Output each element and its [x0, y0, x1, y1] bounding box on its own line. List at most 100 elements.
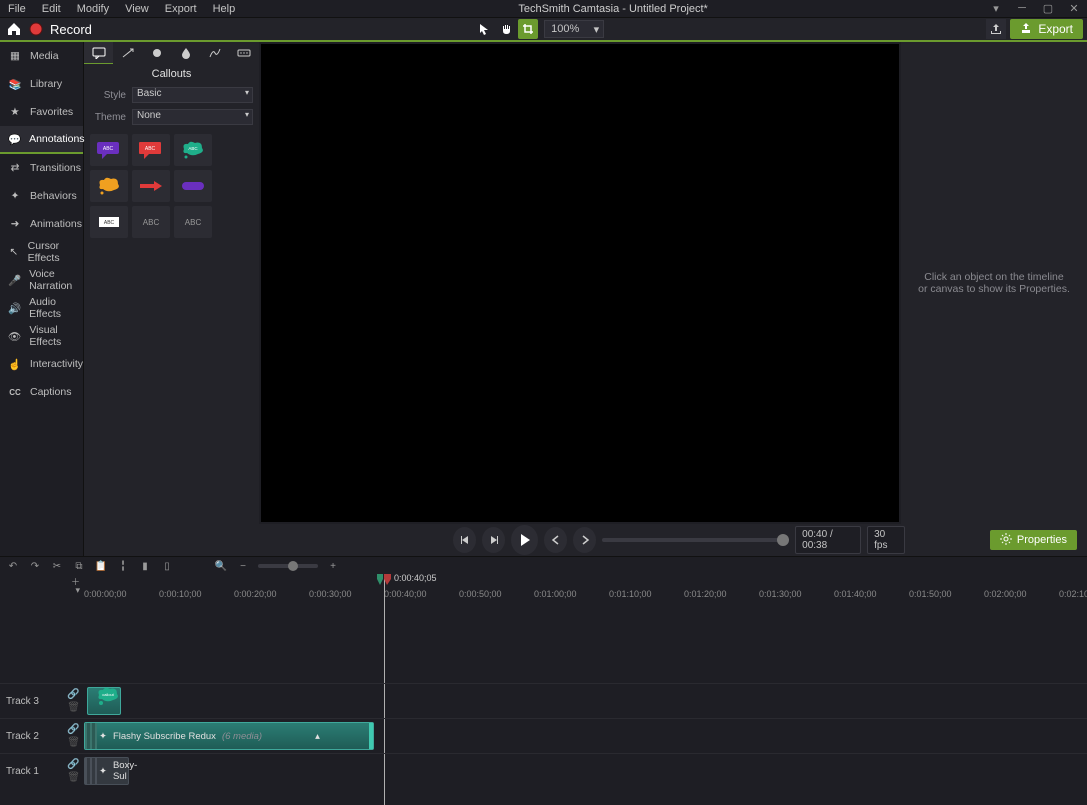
nav-visual-effects[interactable]: 👁Visual Effects — [0, 322, 83, 350]
marker2-icon[interactable]: ▯ — [160, 561, 174, 572]
undo-icon[interactable]: ↶ — [6, 561, 20, 572]
redo-icon[interactable]: ↷ — [28, 561, 42, 572]
callout-text-plain[interactable]: ABC — [132, 206, 170, 238]
prev-frame-button[interactable] — [453, 527, 476, 553]
maximize-icon[interactable]: ▢ — [1035, 2, 1061, 15]
svg-text:ABC: ABC — [103, 146, 114, 152]
track-1-label[interactable]: Track 1🔗🗑 — [0, 753, 84, 788]
menu-export[interactable]: Export — [157, 3, 205, 15]
play-button[interactable] — [511, 525, 538, 555]
caret-down-icon[interactable]: ▾ — [983, 2, 1009, 15]
nav-behaviors[interactable]: ✦Behaviors — [0, 182, 83, 210]
callout-speech-red[interactable]: ABC — [132, 134, 170, 166]
track-2-lane[interactable]: ✦Flashy Subscribe Redux(6 media)▴ — [84, 718, 1087, 753]
properties-button[interactable]: Properties — [990, 530, 1077, 550]
link-icon[interactable]: 🔗 — [67, 689, 80, 700]
cc-icon: CC — [8, 385, 22, 399]
annotation-tab-callouts[interactable] — [84, 42, 113, 64]
crop-tool[interactable] — [518, 19, 538, 39]
split-icon[interactable]: ╏ — [116, 561, 130, 572]
timeline-zoom-knob[interactable] — [288, 561, 298, 571]
menu-modify[interactable]: Modify — [69, 3, 117, 15]
menu-file[interactable]: File — [0, 3, 34, 15]
nav-media[interactable]: ▦Media — [0, 42, 83, 70]
close-icon[interactable]: ✕ — [1061, 2, 1087, 15]
nav-voice-narration[interactable]: 🎤Voice Narration — [0, 266, 83, 294]
callout-rect-white[interactable]: ABC — [90, 206, 128, 238]
playback-fps: 30 fps — [867, 526, 905, 554]
link-icon[interactable]: 🔗 — [67, 724, 80, 735]
track-3-label[interactable]: Track 3🔗🗑 — [0, 683, 84, 718]
export-button[interactable]: Export — [1010, 19, 1083, 39]
trash-icon[interactable]: 🗑 — [67, 772, 80, 783]
callout-arrow-red[interactable] — [132, 170, 170, 202]
menu-help[interactable]: Help — [205, 3, 244, 15]
annotation-tab-shapes[interactable] — [142, 42, 171, 64]
nav-transitions[interactable]: ⇄Transitions — [0, 154, 83, 182]
callout-thought-orange[interactable] — [90, 170, 128, 202]
nav-captions[interactable]: CCCaptions — [0, 378, 83, 406]
record-icon[interactable] — [28, 21, 44, 37]
next-frame-button[interactable] — [482, 527, 505, 553]
nav-favorites[interactable]: ★Favorites — [0, 98, 83, 126]
nav-library[interactable]: 📚Library — [0, 70, 83, 98]
canvas-preview[interactable] — [261, 44, 899, 522]
marker-icon[interactable]: ▮ — [138, 561, 152, 572]
nav-audio-effects[interactable]: 🔊Audio Effects — [0, 294, 83, 322]
paste-icon[interactable]: 📋 — [94, 561, 108, 572]
nav-annotations[interactable]: 💬Annotations — [0, 126, 83, 154]
nav-interactivity[interactable]: ☝Interactivity — [0, 350, 83, 378]
link-icon[interactable]: 🔗 — [67, 759, 80, 770]
step-fwd-button[interactable] — [573, 527, 596, 553]
behavior-icon: ✦ — [8, 189, 22, 203]
track-3-lane[interactable]: callout — [84, 683, 1087, 718]
annotation-tab-blur[interactable] — [172, 42, 201, 64]
menu-view[interactable]: View — [117, 3, 157, 15]
ruler-tick: 0:00:10;00 — [159, 589, 202, 599]
ruler-tick: 0:01:10;00 — [609, 589, 652, 599]
canvas-zoom-select[interactable]: 100% — [544, 20, 604, 38]
play-progress[interactable] — [602, 538, 789, 542]
timeline-ruler[interactable]: 0:00:00;000:00:10;000:00:20;000:00:30;00… — [84, 575, 1087, 601]
step-back-button[interactable] — [544, 527, 567, 553]
callout-speech-purple[interactable]: ABC — [90, 134, 128, 166]
properties-placeholder: Click an object on the timeline or canva… — [901, 42, 1087, 524]
record-button[interactable]: Record — [50, 22, 92, 37]
ruler-tick: 0:01:50;00 — [909, 589, 952, 599]
track-2-label[interactable]: Track 2🔗🗑 — [0, 718, 84, 753]
annotation-tab-sketch[interactable] — [201, 42, 230, 64]
callout-text-plain-2[interactable]: ABC — [174, 206, 212, 238]
annotation-tab-keystroke[interactable] — [230, 42, 259, 64]
zoom-in-icon[interactable]: + — [326, 561, 340, 572]
theme-select[interactable]: None — [132, 109, 253, 125]
copy-icon[interactable]: ⧉ — [72, 561, 86, 572]
zoomfit-icon[interactable]: 🔍 — [214, 561, 228, 572]
track-1-lane[interactable]: ✦Boxy-Sul — [84, 753, 1087, 788]
menu-edit[interactable]: Edit — [34, 3, 69, 15]
nav-cursor-effects[interactable]: ↖Cursor Effects — [0, 238, 83, 266]
clip-thought-bubble[interactable]: callout — [87, 687, 121, 715]
playhead-time: 0:00:40;05 — [394, 573, 437, 583]
nav-animations[interactable]: ➜Animations — [0, 210, 83, 238]
timeline-ruler-left: ＋ ▾ — [0, 575, 84, 601]
cut-icon[interactable]: ✂ — [50, 561, 64, 572]
minimize-icon[interactable]: ─ — [1009, 2, 1035, 15]
playback-timecode: 00:40 / 00:38 — [795, 526, 861, 554]
timeline-zoom-slider[interactable] — [258, 564, 318, 568]
trash-icon[interactable]: 🗑 — [67, 737, 80, 748]
track-area[interactable]: callout ✦Flashy Subscribe Redux(6 media)… — [84, 601, 1087, 800]
share-button[interactable] — [986, 19, 1006, 39]
clip-boxy[interactable]: ✦Boxy-Sul — [84, 757, 129, 785]
callout-pill-purple[interactable] — [174, 170, 212, 202]
clip-flashy-subscribe[interactable]: ✦Flashy Subscribe Redux(6 media)▴ — [84, 722, 374, 750]
play-knob[interactable] — [777, 534, 789, 546]
callout-thought-green[interactable]: ABC — [174, 134, 212, 166]
style-select[interactable]: Basic — [132, 87, 253, 103]
hand-tool[interactable] — [496, 19, 516, 39]
pointer-tool[interactable] — [474, 19, 494, 39]
zoom-out-icon[interactable]: − — [236, 561, 250, 572]
annotation-tab-arrows[interactable] — [113, 42, 142, 64]
collapse-tracks-icon[interactable]: ▾ — [75, 585, 80, 596]
home-icon[interactable] — [6, 21, 22, 37]
trash-icon[interactable]: 🗑 — [67, 702, 80, 713]
